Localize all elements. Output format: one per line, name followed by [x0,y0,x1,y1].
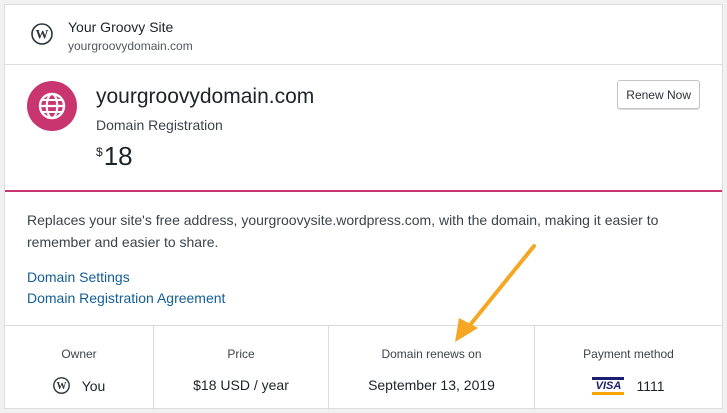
currency-symbol: $ [96,145,103,159]
product-row: yourgroovydomain.com Domain Registration… [5,65,722,192]
product-type: Domain Registration [96,117,223,133]
price-label: Price [227,347,255,361]
site-header[interactable]: W Your Groovy Site yourgroovydomain.com [5,5,722,65]
globe-badge [27,81,77,131]
owner-value: You [81,377,106,394]
purchase-card: W Your Groovy Site yourgroovydomain.com … [4,4,723,410]
renews-value: September 13, 2019 [368,377,495,393]
domain-settings-link[interactable]: Domain Settings [27,269,130,285]
svg-text:W: W [56,381,66,392]
svg-text:W: W [36,27,49,42]
payment-label: Payment method [583,347,674,361]
purchase-stats: Owner W You Price $18 USD / year Domain … [5,325,722,410]
renewal-stat: Domain renews on September 13, 2019 [329,326,535,410]
card-last4: 1111 [636,378,665,394]
site-name: Your Groovy Site [68,19,174,35]
visa-card-icon: VISA [592,377,625,395]
domain-name: yourgroovydomain.com [96,85,315,108]
renews-label: Domain renews on [381,347,482,361]
globe-icon [38,92,66,120]
price-amount: 18 [103,141,133,171]
payment-stat[interactable]: Payment method VISA 1111 [535,326,722,410]
owner-label: Owner [61,347,97,361]
price-stat: Price $18 USD / year [154,326,329,410]
owner-stat: Owner W You [5,326,154,410]
renew-now-button[interactable]: Renew Now [617,80,700,109]
wordpress-logo-icon: W [31,23,53,45]
payment-value-row: VISA 1111 [535,377,722,395]
visa-stripe-bottom [592,392,625,395]
product-price: $18 [96,141,133,172]
wordpress-logo-icon: W [52,377,70,394]
domain-agreement-link[interactable]: Domain Registration Agreement [27,290,225,306]
owner-value-row: W You [5,377,153,394]
site-url: yourgroovydomain.com [68,39,193,53]
price-value: $18 USD / year [193,377,289,393]
card-brand: VISA [595,380,622,392]
product-description: Replaces your site's free address, yourg… [27,212,659,250]
